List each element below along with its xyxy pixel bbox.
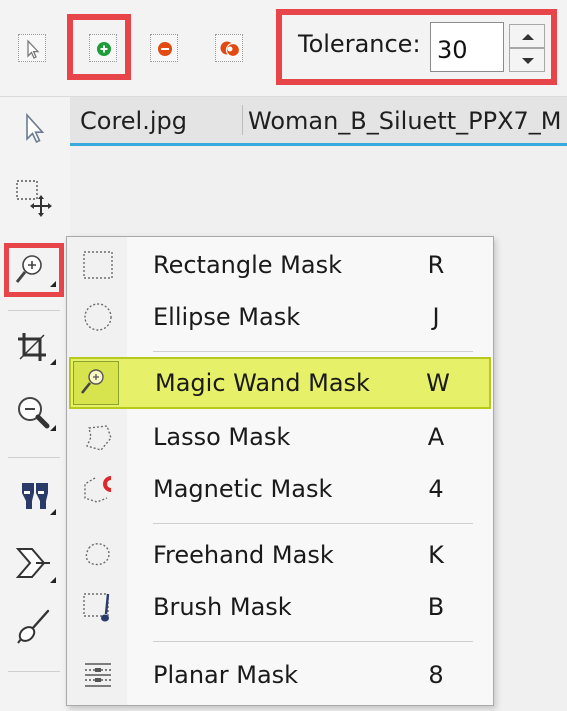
crop-tool-button[interactable] [10, 325, 58, 373]
menu-separator [153, 523, 473, 524]
tab-corel-jpg[interactable]: Corel.jpg [80, 97, 240, 143]
menu-item-shortcut: 4 [428, 475, 444, 503]
menu-item-label: Brush Mask [153, 593, 292, 621]
mask-tool-flyout: Rectangle Mask R Ellipse Mask J Magic Wa… [66, 236, 494, 706]
zoom-tool-button[interactable] [10, 389, 58, 437]
menu-separator [153, 351, 473, 352]
tab-separator [242, 105, 243, 135]
toolbox-separator [8, 310, 60, 311]
paintshop-window: Tolerance: 30 Corel.jpg Woman_B_Siluett_… [0, 0, 567, 711]
additive-mode-button[interactable] [89, 34, 117, 62]
menu-item-shortcut: R [427, 251, 445, 279]
tolerance-input[interactable] [430, 22, 504, 72]
document-tabs: Corel.jpg Woman_B_Siluett_PPX7_M [70, 97, 567, 146]
toolbox-separator [8, 671, 60, 672]
property-bar: Tolerance: [0, 0, 567, 97]
pick-tool-button[interactable] [10, 105, 58, 153]
menu-item-shortcut: W [426, 369, 450, 397]
paint-brush-tool-button[interactable] [10, 603, 58, 651]
menu-item-label: Rectangle Mask [153, 251, 342, 279]
menu-item-label: Planar Mask [153, 661, 299, 689]
magic-wand-tool-button[interactable] [4, 243, 64, 297]
tolerance-decrease-button[interactable] [509, 48, 545, 72]
ellipse-mask-icon [81, 300, 115, 334]
menu-item-planar-mask[interactable]: Planar Mask 8 [67, 649, 493, 701]
menu-item-label: Magnetic Mask [153, 475, 333, 503]
shape-tool-button[interactable] [10, 539, 58, 587]
menu-item-shortcut: K [428, 541, 444, 569]
menu-item-magnetic-mask[interactable]: Magnetic Mask 4 [67, 463, 493, 515]
toolbox-separator [8, 457, 60, 458]
subtractive-mode-button[interactable] [150, 34, 178, 62]
menu-item-label: Freehand Mask [153, 541, 334, 569]
magic-wand-mask-icon [75, 365, 109, 399]
freehand-mask-icon [81, 538, 115, 572]
tolerance-label: Tolerance: [298, 30, 421, 58]
menu-item-rectangle-mask[interactable]: Rectangle Mask R [67, 239, 493, 291]
lasso-mask-icon [81, 420, 115, 454]
normal-mode-button[interactable] [18, 34, 46, 62]
planar-mask-icon [81, 658, 115, 692]
menu-item-label: Magic Wand Mask [155, 369, 370, 397]
toolbox [0, 97, 71, 711]
transform-selection-tool-button[interactable] [10, 173, 58, 221]
tolerance-increase-button[interactable] [509, 24, 545, 48]
menu-item-label: Lasso Mask [153, 423, 291, 451]
menu-item-shortcut: J [432, 303, 440, 331]
magnetic-mask-icon [81, 472, 115, 506]
menu-item-shortcut: A [427, 423, 445, 451]
menu-item-freehand-mask[interactable]: Freehand Mask K [67, 529, 493, 581]
xor-mode-button[interactable] [215, 34, 243, 62]
menu-item-shortcut: 8 [428, 661, 444, 689]
menu-item-ellipse-mask[interactable]: Ellipse Mask J [67, 291, 493, 343]
menu-item-magic-wand-mask[interactable]: Magic Wand Mask W [69, 357, 491, 409]
eyedropper-tool-button[interactable] [10, 471, 58, 519]
brush-mask-icon [81, 590, 115, 624]
menu-separator [153, 641, 473, 642]
menu-item-lasso-mask[interactable]: Lasso Mask A [67, 411, 493, 463]
menu-item-label: Ellipse Mask [153, 303, 301, 331]
menu-item-shortcut: B [427, 593, 445, 621]
menu-item-brush-mask[interactable]: Brush Mask B [67, 581, 493, 633]
tab-woman-siluett[interactable]: Woman_B_Siluett_PPX7_M [248, 97, 567, 143]
rectangle-mask-icon [81, 248, 115, 282]
